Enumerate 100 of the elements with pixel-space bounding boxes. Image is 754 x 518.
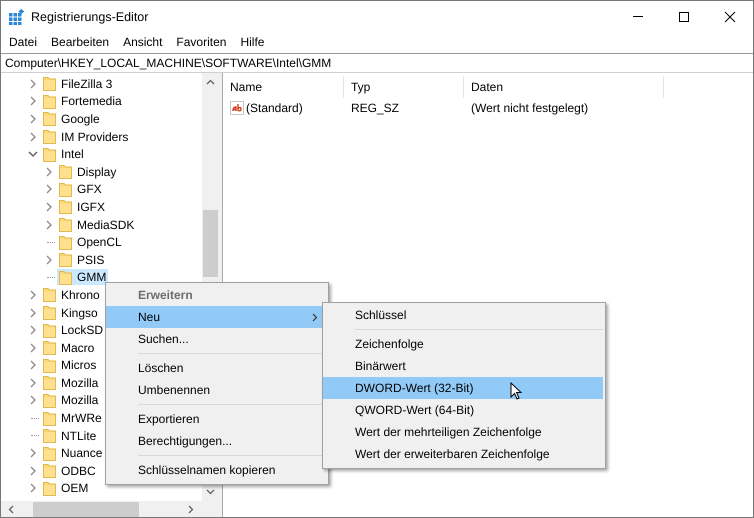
menu-item[interactable]: QWORD-Wert (64-Bit) xyxy=(323,399,603,421)
menu-bar-item[interactable]: Bearbeiten xyxy=(44,35,116,49)
string-value-icon xyxy=(230,101,244,115)
tree-item[interactable]: MediaSDK xyxy=(57,216,136,233)
tree-item[interactable]: PSIS xyxy=(57,252,106,268)
value-name[interactable]: (Standard) xyxy=(246,101,303,115)
scroll-up-icon[interactable] xyxy=(206,79,215,85)
column-header[interactable]: Name xyxy=(230,80,262,94)
folder-icon xyxy=(43,305,56,320)
chevron-right-icon[interactable] xyxy=(28,395,38,406)
chevron-right-icon[interactable] xyxy=(28,342,38,353)
menu-item[interactable]: Binärwert xyxy=(323,355,603,377)
tree-item[interactable]: FileZilla 3 xyxy=(41,76,114,92)
folder-icon xyxy=(43,480,56,496)
folder-icon xyxy=(43,463,56,478)
chevron-down-icon[interactable] xyxy=(28,149,38,160)
tree-item[interactable]: LockSD xyxy=(41,322,106,338)
folder-icon xyxy=(59,164,72,180)
menu-item[interactable]: Erweitern xyxy=(106,284,326,306)
chevron-right-icon xyxy=(312,312,318,322)
tree-item[interactable]: GMM xyxy=(57,269,108,286)
folder-icon xyxy=(43,129,56,144)
close-icon[interactable] xyxy=(724,11,736,23)
tree-item[interactable]: Macro xyxy=(41,340,96,356)
column-header[interactable]: Typ xyxy=(351,80,370,94)
folder-icon xyxy=(43,322,56,338)
folder-icon xyxy=(59,182,72,197)
chevron-right-icon[interactable] xyxy=(28,290,38,300)
menu-item[interactable]: Schlüsselnamen kopieren xyxy=(106,459,326,481)
chevron-right-icon[interactable] xyxy=(44,202,54,212)
tree-item[interactable]: Khrono xyxy=(41,286,102,303)
chevron-right-icon[interactable] xyxy=(28,466,38,476)
menu-item[interactable]: Suchen... xyxy=(106,328,326,350)
chevron-right-icon[interactable] xyxy=(28,96,38,106)
scroll-right-icon[interactable] xyxy=(188,505,194,514)
menu-bar-item[interactable]: Datei xyxy=(2,35,44,49)
tree-item[interactable]: Intel xyxy=(41,146,86,162)
tree-item[interactable]: OpenCL xyxy=(57,234,124,250)
tree-item[interactable]: Mozilla xyxy=(41,374,100,391)
folder-icon xyxy=(43,94,56,109)
folder-icon xyxy=(43,340,56,356)
tree-item[interactable]: Nuance xyxy=(41,445,104,462)
folder-icon xyxy=(43,392,56,408)
tree-item[interactable]: GFX xyxy=(57,181,104,198)
chevron-right-icon[interactable] xyxy=(28,448,38,458)
menu-item[interactable]: Zeichenfolge xyxy=(323,333,603,355)
scrollbar-thumb[interactable] xyxy=(33,502,139,517)
chevron-right-icon[interactable] xyxy=(28,114,38,124)
folder-icon xyxy=(43,76,56,92)
folder-icon xyxy=(59,270,72,285)
chevron-right-icon[interactable] xyxy=(28,325,38,336)
folder-icon xyxy=(43,428,56,444)
chevron-right-icon[interactable] xyxy=(44,254,54,265)
tree-item[interactable]: Mozilla xyxy=(41,392,100,408)
menu-bar-item[interactable]: Favoriten xyxy=(169,35,234,49)
folder-icon xyxy=(43,446,56,461)
tree-item[interactable]: ODBC xyxy=(41,462,98,479)
scroll-down-icon[interactable] xyxy=(206,489,215,495)
chevron-right-icon[interactable] xyxy=(28,308,38,318)
tree-item[interactable]: NTLite xyxy=(41,428,98,444)
menu-item[interactable]: Löschen xyxy=(106,357,326,379)
tree-item[interactable]: MrWRe xyxy=(41,410,104,426)
tree-item[interactable]: Kingso xyxy=(41,304,100,321)
registry-app-icon xyxy=(9,9,25,25)
chevron-right-icon[interactable] xyxy=(28,360,38,370)
menu-item[interactable]: Berechtigungen... xyxy=(106,430,326,452)
chevron-right-icon[interactable] xyxy=(28,78,38,89)
scrollbar-thumb[interactable] xyxy=(203,210,218,277)
tree-item[interactable]: IGFX xyxy=(57,198,108,215)
menu-item[interactable]: DWORD-Wert (32-Bit) xyxy=(323,377,603,399)
folder-icon xyxy=(43,111,56,126)
value-type: REG_SZ xyxy=(351,101,400,115)
chevron-right-icon[interactable] xyxy=(44,166,54,177)
tree-item[interactable]: Display xyxy=(57,164,118,180)
chevron-right-icon[interactable] xyxy=(28,483,38,494)
maximize-icon[interactable] xyxy=(678,11,690,23)
pointer-icon xyxy=(510,382,522,400)
tree-item[interactable]: IM Providers xyxy=(41,128,130,145)
menu-item[interactable]: Schlüssel xyxy=(323,304,603,326)
menu-item[interactable]: Wert der erweiterbaren Zeichenfolge xyxy=(323,443,603,465)
tree-item[interactable]: Fortemedia xyxy=(41,93,124,110)
tree-item[interactable]: Micros xyxy=(41,357,98,374)
chevron-right-icon[interactable] xyxy=(44,184,54,194)
tree-item[interactable]: Google xyxy=(41,110,102,127)
folder-icon xyxy=(43,358,56,373)
column-header[interactable]: Daten xyxy=(471,80,504,94)
chevron-right-icon[interactable] xyxy=(28,378,38,388)
value-data: (Wert nicht festgelegt) xyxy=(471,101,588,115)
menu-bar-item[interactable]: Hilfe xyxy=(233,35,272,49)
scroll-left-icon[interactable] xyxy=(8,505,14,514)
chevron-right-icon[interactable] xyxy=(44,220,54,230)
menu-item[interactable]: Exportieren xyxy=(106,408,326,430)
address-bar[interactable]: Computer\HKEY_LOCAL_MACHINE\SOFTWARE\Intel\GMM xyxy=(5,56,332,70)
chevron-right-icon[interactable] xyxy=(28,132,38,142)
folder-icon xyxy=(59,252,72,268)
menu-item[interactable]: Umbenennen xyxy=(106,379,326,401)
menu-item[interactable]: Wert der mehrteiligen Zeichenfolge xyxy=(323,421,603,443)
tree-item[interactable]: OEM xyxy=(41,480,90,496)
folder-icon xyxy=(59,234,72,250)
menu-bar-item[interactable]: Ansicht xyxy=(116,35,170,49)
